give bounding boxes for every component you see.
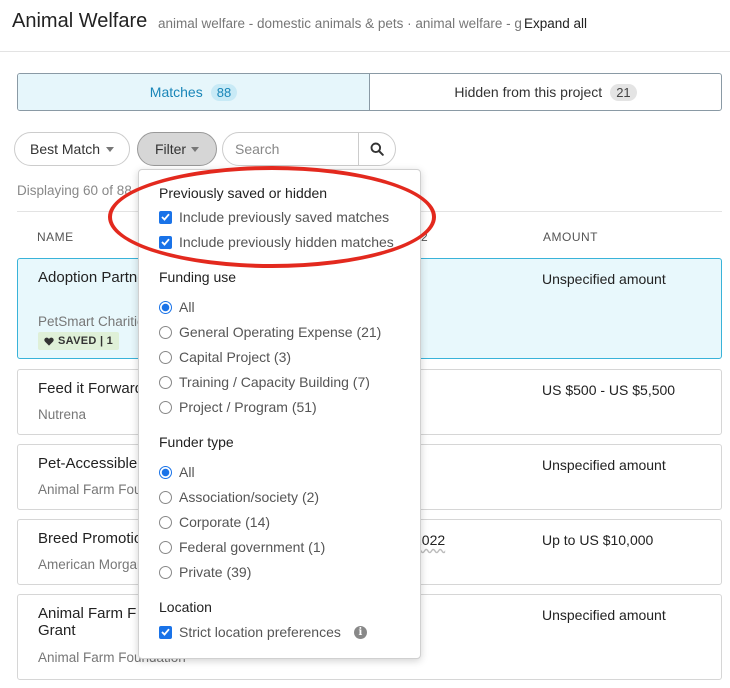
column-amount[interactable]: AMOUNT [543, 230, 598, 244]
filter-dropdown: Previously saved or hidden Include previ… [138, 169, 421, 659]
radio-icon [159, 375, 172, 389]
option-label: General Operating Expense (21) [179, 324, 382, 340]
filter-heading-location: Location [159, 599, 212, 615]
column-name[interactable]: NAME [37, 230, 74, 244]
option-label: Training / Capacity Building (7) [179, 374, 370, 390]
row-funder: PetSmart Charities [38, 314, 152, 329]
page-title: Animal Welfare [12, 10, 148, 32]
chevron-down-icon [106, 146, 115, 152]
filter-button[interactable]: Filter [137, 132, 217, 166]
tab-hidden-count: 21 [610, 83, 637, 101]
tab-hidden[interactable]: Hidden from this project 21 [370, 74, 721, 110]
project-keywords: animal welfare - domestic animals & pets… [158, 16, 522, 31]
funder-type-radio-corporate[interactable]: Corporate (14) [159, 514, 270, 530]
funder-type-radio-federal[interactable]: Federal government (1) [159, 539, 325, 555]
column-deadline[interactable]: 2 [421, 230, 428, 244]
option-label: Include previously hidden matches [179, 234, 394, 250]
filter-label: Filter [154, 141, 187, 157]
radio-icon [159, 490, 172, 504]
radio-icon [159, 540, 172, 554]
radio-icon [159, 350, 172, 364]
saved-badge-label: SAVED | 1 [58, 335, 114, 347]
row-amount: US $500 - US $5,500 [542, 382, 676, 398]
results-tabs: Matches 88 Hidden from this project 21 [17, 73, 722, 111]
tab-matches-label: Matches [149, 84, 203, 100]
radio-selected-icon [159, 465, 172, 479]
chevron-down-icon [191, 146, 200, 152]
option-label: Private (39) [179, 564, 252, 580]
funding-use-radio-general-operating[interactable]: General Operating Expense (21) [159, 324, 381, 340]
strict-location-checkbox[interactable]: Strict location preferences i [159, 624, 367, 640]
option-label: Include previously saved matches [179, 209, 390, 225]
sort-dropdown[interactable]: Best Match [14, 132, 130, 166]
sort-label: Best Match [29, 141, 101, 157]
funder-type-radio-all[interactable]: All [159, 464, 195, 480]
row-title[interactable]: Animal Farm F Grant [38, 605, 148, 639]
option-label: Project / Program (51) [179, 399, 317, 415]
radio-icon [159, 515, 172, 529]
include-saved-checkbox[interactable]: Include previously saved matches [159, 209, 389, 225]
expand-all-link[interactable]: Expand all [524, 16, 587, 31]
funding-use-radio-training[interactable]: Training / Capacity Building (7) [159, 374, 370, 390]
row-amount: Up to US $10,000 [542, 532, 654, 548]
option-label: All [179, 464, 195, 480]
search-box [222, 132, 396, 166]
option-label: All [179, 299, 195, 315]
funding-use-radio-project-program[interactable]: Project / Program (51) [159, 399, 317, 415]
filter-heading-funding-use: Funding use [159, 269, 237, 285]
radio-selected-icon [159, 300, 172, 314]
funding-use-radio-capital-project[interactable]: Capital Project (3) [159, 349, 291, 365]
filter-heading-saved-hidden: Previously saved or hidden [159, 185, 328, 201]
heart-icon [44, 337, 54, 346]
funder-type-radio-private[interactable]: Private (39) [159, 564, 251, 580]
tab-matches-count: 88 [210, 83, 238, 101]
option-label: Association/society (2) [179, 489, 320, 505]
funding-use-radio-all[interactable]: All [159, 299, 195, 315]
search-icon [370, 142, 384, 156]
option-label: Capital Project (3) [179, 349, 292, 365]
checkbox-checked-icon [159, 235, 172, 249]
radio-icon [159, 565, 172, 579]
tab-hidden-label: Hidden from this project [454, 84, 603, 100]
saved-badge: SAVED | 1 [38, 332, 120, 350]
filter-heading-funder-type: Funder type [159, 434, 234, 450]
funder-type-radio-association[interactable]: Association/society (2) [159, 489, 319, 505]
radio-icon [159, 400, 172, 414]
info-icon[interactable]: i [353, 625, 367, 639]
page-header: Animal Welfare animal welfare - domestic… [0, 0, 730, 52]
option-label: Federal government (1) [179, 539, 326, 555]
row-funder: Nutrena [38, 407, 87, 422]
row-amount: Unspecified amount [542, 607, 666, 623]
checkbox-checked-icon [159, 625, 172, 639]
row-amount: Unspecified amount [542, 457, 666, 473]
results-count: Displaying 60 of 88 [17, 183, 132, 198]
checkbox-checked-icon [159, 210, 172, 224]
option-label: Strict location preferences [179, 624, 341, 640]
radio-icon [159, 325, 172, 339]
include-hidden-checkbox[interactable]: Include previously hidden matches [159, 234, 394, 250]
option-label: Corporate (14) [179, 514, 271, 530]
search-button[interactable] [358, 133, 395, 165]
row-amount: Unspecified amount [542, 271, 666, 287]
tab-matches[interactable]: Matches 88 [18, 74, 370, 110]
search-input[interactable] [223, 133, 359, 165]
